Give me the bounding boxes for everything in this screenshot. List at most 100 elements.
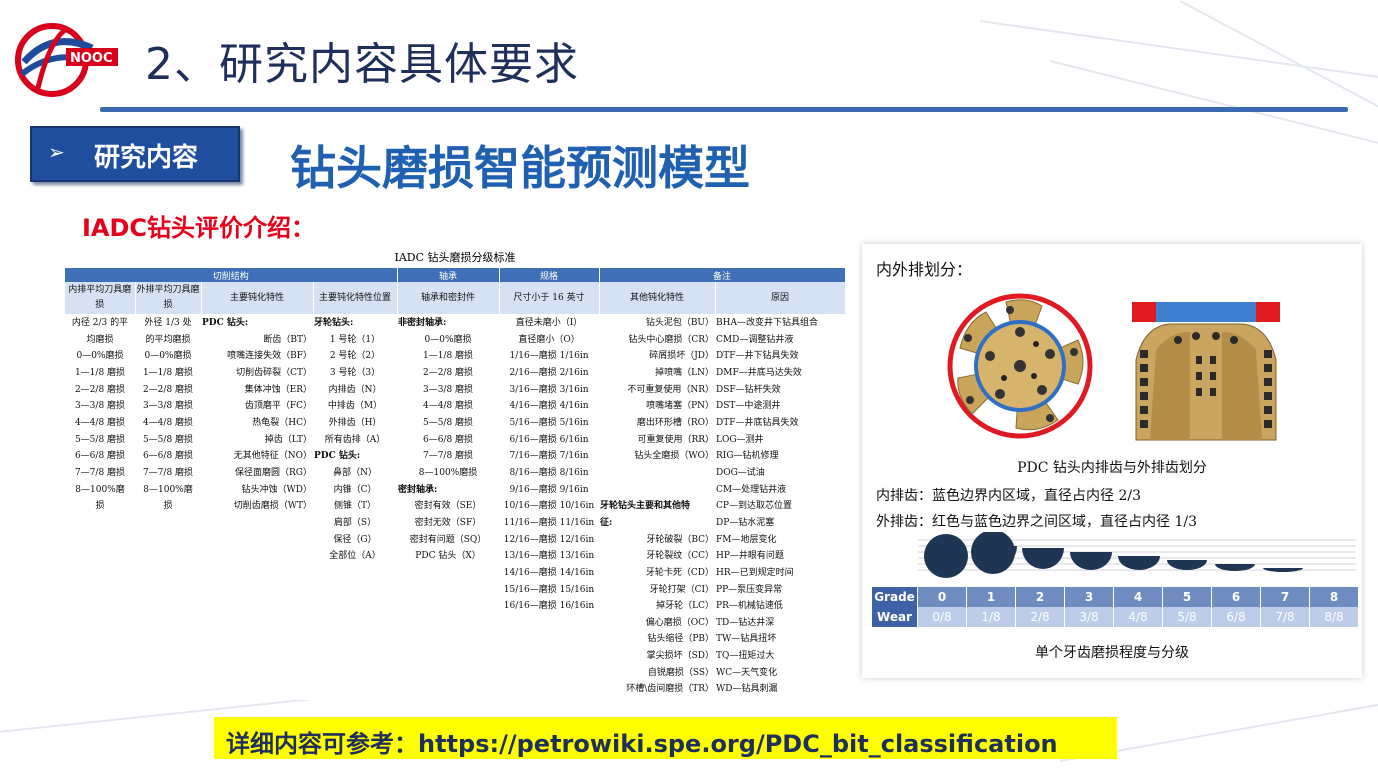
tooth-wear-diagram: [918, 532, 1356, 578]
table-cell-line: 碎屑损坏（JD）: [649, 351, 715, 362]
reference-banner: 详细内容可参考：https://petrowiki.spe.org/PDC_bi…: [214, 717, 1117, 759]
wear-cell: 1/8: [966, 607, 1016, 627]
table-cell-line: 13/16—磨损 13/16in: [503, 551, 595, 562]
grade-cell: 4: [1113, 587, 1163, 607]
table-cell-line: 11/16—磨损 11/16in: [503, 517, 595, 528]
table-cell-line: DOG—试油: [716, 467, 765, 478]
table-cell-line: DP—钻水泥塞: [716, 517, 775, 528]
table-cell-line: 1—1/8 磨损: [422, 351, 474, 362]
col-header-bearing: 轴承和密封件: [397, 282, 500, 314]
table-cell-line: 自锐磨损（SS）: [647, 667, 715, 678]
table-cell-line: 全部位（A）: [329, 551, 381, 562]
table-cell-line: 1 号轮（1）: [329, 334, 381, 345]
table-cell-line: 8—100%磨: [75, 484, 125, 495]
col-outer-wear: 外径 1/3 处的平均磨损 0—0%磨损 1—1/8 磨损 2—2/8 磨损 3—3/8…: [135, 314, 201, 698]
wear-cell: 3/8: [1064, 607, 1114, 627]
col-location: 牙轮钻头: 1 号轮（1） 2 号轮（2） 3 号轮（3） 内排齿（N） 中排齿（M） 外排…: [313, 314, 397, 698]
table-cell-line: 7—7/8 磨损: [74, 467, 126, 478]
table-cell-line: 6—6/8 磨损: [74, 451, 126, 462]
table-cell-line: CMD—调整钻井液: [716, 334, 794, 345]
title-rule: [100, 107, 1348, 112]
bit-diagram-panel: 内外排划分： PDC 钻头内排齿与外排齿划分 内排齿：蓝色边界内区域，直径占内径…: [862, 244, 1362, 678]
svg-text:NOOC: NOOC: [70, 51, 113, 66]
table-cell-line: 2—2/8 磨损: [422, 367, 474, 378]
table-cell-line: 内锥（C）: [333, 484, 377, 495]
col-header-location: 主要钝化特性位置: [313, 282, 398, 314]
table-cell-line: 不可重复使用（NR）: [627, 384, 715, 395]
table-cell-line: TQ—扭矩过大: [716, 651, 775, 662]
table-cell-line: 均磨损: [86, 334, 114, 345]
table-cell-line: TD—钻达井深: [716, 617, 775, 628]
table-cell-line: 0—0%磨损: [76, 351, 124, 362]
table-cell-line: 切削齿磨损（WT）: [233, 501, 312, 512]
table-cell-line: 15/16—磨损 15/16in: [503, 584, 595, 595]
pdc-bit-face-image: [947, 293, 1093, 439]
tooth-wear-caption: 单个牙齿磨损程度与分级: [1035, 645, 1189, 661]
wear-cell: 7/8: [1260, 607, 1310, 627]
table-cell-line: 保径面磨圆（RG）: [235, 467, 312, 478]
table-cell-line: 切削齿碎裂（CT）: [236, 367, 312, 378]
group-header-bearing: 轴承: [397, 268, 500, 282]
wear-cell: 4/8: [1113, 607, 1163, 627]
table-cell-line: 牙轮裂纹（CC）: [646, 551, 715, 562]
iadc-intro-label: IADC钻头评价介绍：: [82, 214, 316, 242]
table-cell-line: [600, 465, 714, 482]
table-cell-line: PDC 钻头（X）: [415, 551, 481, 562]
table-cell-line: CP—到达取芯位置: [716, 501, 792, 512]
table-cell-line: 征:: [600, 517, 613, 528]
table-cell-line: CM—处理钻井液: [716, 484, 787, 495]
table-cell-line: 所有齿排（A）: [324, 434, 386, 445]
col-bearing: 非密封轴承: 0—0%磨损 1—1/8 磨损 2—2/8 磨损 3—3/8 磨损 4—4/…: [397, 314, 499, 698]
table-cell-line: 齿顶磨平（FC）: [244, 401, 312, 412]
arrow-bullet-icon: ➢: [48, 140, 65, 164]
table-cell-line: 密封有问题（SQ）: [409, 534, 487, 545]
table-cell-line: 中排齿（M）: [327, 401, 383, 412]
table-cell-line: PR—机械钻速低: [716, 601, 783, 612]
table-cell-line: 密封无效（SF）: [414, 517, 482, 528]
table-cell-line: 8—100%磨损: [418, 467, 478, 478]
table-cell-line: 2 号轮（2）: [329, 351, 381, 362]
table-cell-line: 钻头冲蚀（WD）: [241, 484, 312, 495]
table-cell-line: 7/16—磨损 7/16in: [509, 451, 589, 462]
table-cell-line: 牙轮卡死（CD）: [645, 567, 715, 578]
table-cell-line: PDC 钻头:: [202, 318, 249, 328]
reference-link[interactable]: 详细内容可参考：https://petrowiki.spe.org/PDC_bi…: [226, 724, 1058, 759]
col-header-outer-wear: 外排平均刀具磨损: [135, 282, 202, 314]
col-other-dull: 钻头泥包（BU） 钻头中心磨损（CR） 碎屑损坏（JD） 掉喷嘴（LN） 不可重复使用（…: [599, 314, 715, 698]
grade-cell: 3: [1064, 587, 1114, 607]
table-cell-line: 1/16—磨损 1/16in: [509, 351, 589, 362]
table-cell-line: FM—地层变化: [716, 534, 777, 545]
table-cell-line: 可重复使用（RR）: [637, 434, 715, 445]
grade-cell: 7: [1260, 587, 1310, 607]
col-inner-wear: 内径 2/3 的平 均磨损 0—0%磨损 1—1/8 磨损 2—2/8 磨损 3—3/8 …: [65, 314, 135, 698]
table-cell-line: DMF—井底马达失效: [716, 367, 802, 378]
table-cell-line: 16/16—磨损 16/16in: [503, 601, 595, 612]
wear-cell: 6/8: [1211, 607, 1261, 627]
table-cell-line: 密封有效（SE）: [414, 501, 482, 512]
table-cell-line: 2—2/8 磨损: [142, 384, 194, 395]
table-cell-line: 喷嘴连接失效（BF）: [227, 351, 312, 362]
inner-row-description: 内排齿：蓝色边界内区域，直径占内径 2/3: [876, 488, 1141, 504]
table-cell-line: 3 号轮（3）: [329, 367, 381, 378]
table-cell-line: 保径（G）: [333, 534, 377, 545]
table-cell-line: 牙轮打架（CI）: [649, 584, 715, 595]
table-cell-line: 5—5/8 磨损: [422, 417, 474, 428]
table-cell-line: PDC 钻头:: [314, 451, 361, 462]
table-cell-line: 0—0%磨损: [144, 351, 192, 362]
table-cell-line: 钻头缩径（PB）: [647, 634, 715, 645]
table-cell-line: 牙轮破裂（BC）: [646, 534, 715, 545]
table-cell-line: 9/16—磨损 9/16in: [509, 484, 589, 495]
table-cell-line: 4—4/8 磨损: [142, 417, 194, 428]
table-cell-line: 掉喷嘴（LN）: [655, 367, 715, 378]
table-cell-line: 热龟裂（HC）: [252, 417, 312, 428]
table-cell-line: 钻头全磨损（WO）: [634, 451, 715, 462]
table-cell-line: DTF—井下钻具失效: [716, 351, 799, 362]
table-cell-line: DTF—井底钻具失效: [716, 417, 799, 428]
table-cell-line: 3—3/8 磨损: [422, 384, 474, 395]
table-cell-line: WD—钻具刺漏: [716, 684, 778, 695]
table-cell-line: 外排齿（H）: [328, 417, 382, 428]
bg-line: [1049, 60, 1378, 150]
table-cell-line: 掉牙轮（LC）: [656, 601, 715, 612]
table-cell-line: 偏心磨损（OC）: [645, 617, 715, 628]
iadc-table: 切削结构 轴承 规格 备注 内排平均刀具磨损 外排平均刀具磨损 主要钝化特性 主…: [65, 268, 846, 698]
